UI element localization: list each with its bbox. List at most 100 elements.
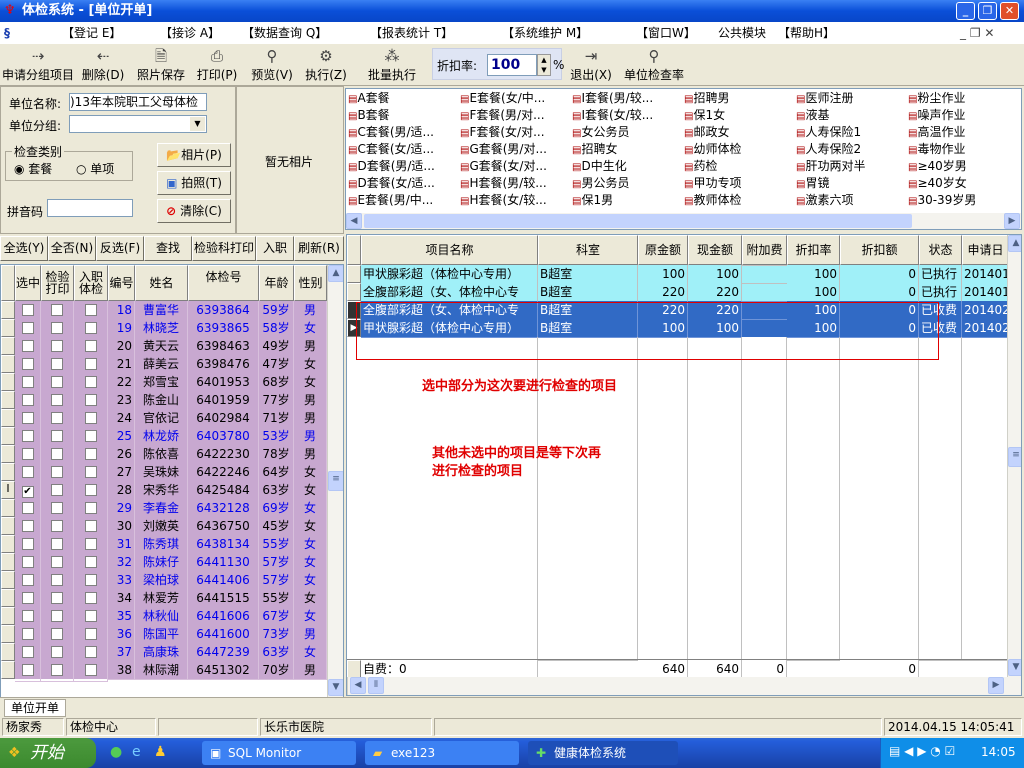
menu-item[interactable]: 【帮助H】 xyxy=(778,22,835,44)
scroll-down-button[interactable]: ▼ xyxy=(328,679,343,696)
entry-checkbox[interactable] xyxy=(84,340,97,352)
row-selector[interactable] xyxy=(1,625,15,643)
entry-checkbox[interactable] xyxy=(84,592,97,604)
row-selector[interactable] xyxy=(1,427,15,445)
unit-group-select[interactable]: ▼ xyxy=(69,115,207,133)
row-selector[interactable] xyxy=(1,445,15,463)
package-item[interactable]: ▤噪声作业 xyxy=(908,107,965,125)
menu-item[interactable]: 【接诊 A】 xyxy=(160,22,220,44)
entry-checkbox[interactable] xyxy=(84,628,97,640)
column-header[interactable]: 项目名称 xyxy=(361,235,538,265)
scroll-thumb[interactable]: ≡ xyxy=(328,471,343,491)
row-selector[interactable] xyxy=(1,391,15,409)
select-checkbox[interactable] xyxy=(21,430,34,442)
task-sql-monitor[interactable]: ▣ SQL Monitor xyxy=(202,741,356,765)
row-selector[interactable] xyxy=(1,355,15,373)
table-row[interactable]: 26 陈依喜 6422230 78岁男 xyxy=(1,445,327,466)
select-checkbox[interactable] xyxy=(21,664,34,676)
table-row[interactable]: 20 黄天云 6398463 49岁男 xyxy=(1,337,327,358)
menu-item[interactable]: 【窗口W】 xyxy=(636,22,696,44)
select-checkbox[interactable] xyxy=(21,628,34,640)
toolbar-button[interactable]: ⇥ 退出(X) xyxy=(568,46,614,83)
row-selector[interactable] xyxy=(1,463,15,481)
lab-print-checkbox[interactable] xyxy=(51,466,63,478)
menu-item[interactable]: 【数据查询 Q】 xyxy=(242,22,327,44)
lab-print-checkbox[interactable] xyxy=(51,412,63,424)
action-button[interactable]: 全选(Y) xyxy=(0,236,48,261)
package-item[interactable]: ▤招聘女 xyxy=(572,141,617,159)
table-row[interactable]: 25 林龙娇 6403780 53岁男 xyxy=(1,427,327,448)
select-checkbox[interactable] xyxy=(21,340,34,352)
table-row[interactable]: 31 陈秀琪 6438134 55岁女 xyxy=(1,535,327,556)
lab-print-checkbox[interactable] xyxy=(51,448,63,460)
package-item[interactable]: ▤I套餐(女/较... xyxy=(572,107,653,125)
lab-print-checkbox[interactable] xyxy=(51,646,63,658)
unit-name-input[interactable]: )13年本院职工父母体检 xyxy=(69,93,207,111)
column-header[interactable]: 编号 xyxy=(108,265,135,301)
select-checkbox[interactable]: ✔ xyxy=(21,486,34,498)
lab-print-checkbox[interactable] xyxy=(51,376,63,388)
select-checkbox[interactable] xyxy=(21,376,34,388)
package-item[interactable]: ▤教师体检 xyxy=(684,192,741,210)
row-selector[interactable] xyxy=(1,643,15,661)
row-selector[interactable] xyxy=(1,553,15,571)
row-selector[interactable] xyxy=(1,319,15,337)
table-row[interactable]: 24 官依记 6402984 71岁男 xyxy=(1,409,327,430)
table-row[interactable]: 35 林秋仙 6441606 67岁女 xyxy=(1,607,327,628)
package-item[interactable]: ▤H套餐(女/较... xyxy=(460,192,547,210)
column-header[interactable]: 状态 xyxy=(919,235,962,265)
table-row[interactable]: 19 林晓芝 6393865 58岁女 xyxy=(1,319,327,340)
package-item[interactable]: ▤30-39岁男 xyxy=(908,192,976,210)
table-row[interactable]: 27 吴珠妹 6422246 64岁女 xyxy=(1,463,327,484)
items-hscrollbar[interactable]: ◀ ⦀ ▶ xyxy=(347,677,1021,695)
package-item[interactable]: ▤E套餐(男/中... xyxy=(348,192,433,210)
column-header[interactable]: 姓名 xyxy=(135,265,188,301)
column-header[interactable]: 体检号 xyxy=(188,265,259,301)
row-selector[interactable] xyxy=(1,499,15,517)
scroll-right-button[interactable]: ▶ xyxy=(1004,213,1020,229)
package-item[interactable]: ▤B套餐 xyxy=(348,107,390,125)
entry-checkbox[interactable] xyxy=(84,430,97,442)
column-header[interactable]: 科室 xyxy=(538,235,638,265)
toolbar-button[interactable]: ⚲ 预览(V) xyxy=(248,46,296,83)
menu-item[interactable]: 【登记 E】 xyxy=(62,22,121,44)
row-selector[interactable] xyxy=(1,337,15,355)
entry-checkbox[interactable] xyxy=(84,448,97,460)
mdi-controls[interactable]: _ ❐ ✕ xyxy=(960,22,994,44)
lab-print-checkbox[interactable] xyxy=(51,628,63,640)
row-selector[interactable]: I xyxy=(1,481,15,499)
select-checkbox[interactable] xyxy=(21,556,34,568)
start-button[interactable]: ❖ 开始 xyxy=(0,738,96,768)
lab-print-checkbox[interactable] xyxy=(51,322,63,334)
table-row[interactable]: 18 曹富华 6393864 59岁男 xyxy=(1,301,327,322)
action-button[interactable]: 查找 xyxy=(144,236,192,261)
package-item[interactable]: ▤邮政女 xyxy=(684,124,729,142)
table-row[interactable]: 38 林际潮 6451302 70岁男 xyxy=(1,661,327,682)
pinyin-input[interactable] xyxy=(47,199,133,217)
entry-checkbox[interactable] xyxy=(84,610,97,622)
toolbar-button[interactable]: ⇠ 删除(D) xyxy=(80,46,126,83)
lab-print-checkbox[interactable] xyxy=(51,664,63,676)
column-header[interactable]: 检验打印 xyxy=(41,265,74,301)
package-item[interactable]: ▤招聘男 xyxy=(684,90,729,108)
entry-checkbox[interactable] xyxy=(84,538,97,550)
row-selector[interactable] xyxy=(1,373,15,391)
menu-item[interactable]: 【报表统计 T】 xyxy=(370,22,453,44)
lab-print-checkbox[interactable] xyxy=(51,430,63,442)
select-checkbox[interactable] xyxy=(21,412,34,424)
package-item[interactable]: ▤男公务员 xyxy=(572,175,629,193)
package-item[interactable]: ▤幼师体检 xyxy=(684,141,741,159)
select-checkbox[interactable] xyxy=(21,646,34,658)
column-header[interactable]: 申请日 xyxy=(962,235,1009,265)
select-checkbox[interactable] xyxy=(21,538,34,550)
menu-item[interactable]: 公共模块 xyxy=(718,22,766,44)
table-row[interactable]: 23 陈金山 6401959 77岁男 xyxy=(1,391,327,412)
scroll-left-button[interactable]: ◀ xyxy=(350,677,366,694)
row-selector[interactable] xyxy=(1,517,15,535)
lab-print-checkbox[interactable] xyxy=(51,484,63,496)
package-item[interactable]: ▤D套餐(女/适... xyxy=(348,175,435,193)
select-checkbox[interactable] xyxy=(21,358,34,370)
table-row[interactable]: 21 薛美云 6398476 47岁女 xyxy=(1,355,327,376)
package-item[interactable]: ▤液基 xyxy=(796,107,829,125)
column-header[interactable]: 折扣额 xyxy=(840,235,919,265)
